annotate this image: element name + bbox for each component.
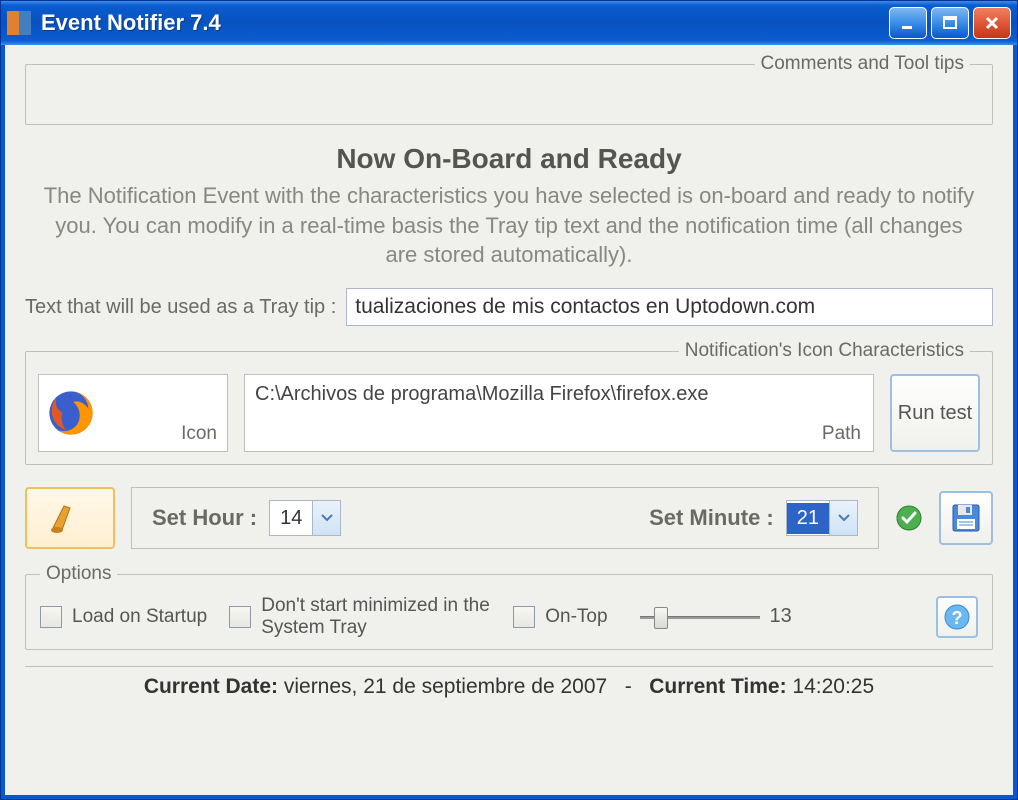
load-startup-label: Load on Startup: [72, 606, 207, 628]
hour-value: 14: [270, 503, 312, 534]
floppy-disk-icon: [950, 502, 982, 534]
comments-fieldset: Comments and Tool tips: [25, 53, 993, 125]
icon-characteristics-fieldset: Notification's Icon Characteristics Icon…: [25, 340, 993, 465]
app-window: Event Notifier 7.4 Comments and Tool tip…: [0, 0, 1018, 800]
icon-characteristics-legend: Notification's Icon Characteristics: [679, 340, 970, 362]
options-legend: Options: [40, 563, 117, 585]
tray-tip-row: Text that will be used as a Tray tip :: [25, 288, 993, 326]
close-icon: [983, 14, 1001, 32]
load-startup-checkbox[interactable]: Load on Startup: [40, 606, 207, 628]
icon-path-text: C:\Archivos de programa\Mozilla Firefox\…: [255, 383, 709, 405]
hour-combo[interactable]: 14: [269, 500, 341, 536]
time-settings-box: Set Hour : 14 Set Minute : 21: [131, 487, 879, 549]
on-top-label: On-Top: [545, 606, 607, 628]
icon-preview-box[interactable]: Icon: [38, 374, 228, 452]
icon-path-label: Path: [822, 423, 861, 445]
comments-legend: Comments and Tool tips: [755, 53, 970, 75]
status-bar: Current Date: viernes, 21 de septiembre …: [25, 666, 993, 699]
time-row: Set Hour : 14 Set Minute : 21: [25, 487, 993, 549]
chevron-down-icon: [321, 514, 333, 522]
ok-check-icon: [895, 504, 923, 532]
minute-value: 21: [787, 503, 829, 534]
maximize-icon: [941, 14, 959, 32]
close-button[interactable]: [973, 7, 1011, 39]
window-controls: [889, 7, 1011, 39]
set-hour-label: Set Hour :: [152, 505, 257, 531]
titlebar[interactable]: Event Notifier 7.4: [1, 1, 1017, 45]
checkbox-icon: [229, 606, 251, 628]
app-icon: [7, 11, 31, 35]
icon-path-box[interactable]: C:\Archivos de programa\Mozilla Firefox\…: [244, 374, 874, 452]
current-time-value: 14:20:25: [792, 675, 874, 698]
current-date-value: viernes, 21 de septiembre de 2007: [284, 675, 607, 698]
tray-tip-label: Text that will be used as a Tray tip :: [25, 296, 336, 319]
status-separator: -: [625, 675, 632, 698]
page-heading: Now On-Board and Ready: [25, 143, 993, 175]
window-title: Event Notifier 7.4: [41, 10, 889, 36]
checkbox-icon: [40, 606, 62, 628]
help-icon: ?: [943, 603, 971, 631]
dont-minimize-label: Don't start minimized in the System Tray: [261, 595, 491, 639]
hour-dropdown-arrow[interactable]: [312, 501, 340, 535]
run-test-button[interactable]: Run test: [890, 374, 980, 452]
minimize-icon: [899, 14, 917, 32]
chevron-down-icon: [838, 514, 850, 522]
current-time-label: Current Time:: [649, 675, 786, 698]
options-fieldset: Options Load on Startup Don't start mini…: [25, 563, 993, 650]
opacity-slider-wrap: 13: [640, 605, 792, 628]
opacity-slider[interactable]: [640, 613, 760, 621]
svg-text:?: ?: [952, 608, 963, 628]
sound-button[interactable]: [25, 487, 115, 549]
maximize-button[interactable]: [931, 7, 969, 39]
checkbox-icon: [513, 606, 535, 628]
on-top-checkbox[interactable]: On-Top: [513, 606, 607, 628]
client-area: Comments and Tool tips Now On-Board and …: [5, 45, 1013, 795]
set-minute-label: Set Minute :: [649, 505, 774, 531]
slider-value: 13: [770, 605, 792, 628]
firefox-icon: [45, 387, 97, 439]
icon-box-label: Icon: [181, 423, 217, 445]
current-date-label: Current Date:: [144, 675, 278, 698]
minute-combo[interactable]: 21: [786, 500, 858, 536]
trumpet-icon: [48, 500, 92, 536]
page-description: The Notification Event with the characte…: [25, 181, 993, 270]
help-button[interactable]: ?: [936, 596, 978, 638]
tray-tip-input[interactable]: [346, 288, 993, 326]
dont-minimize-checkbox[interactable]: Don't start minimized in the System Tray: [229, 595, 491, 639]
slider-thumb-icon[interactable]: [654, 607, 668, 629]
minimize-button[interactable]: [889, 7, 927, 39]
save-button[interactable]: [939, 491, 993, 545]
minute-dropdown-arrow[interactable]: [829, 501, 857, 535]
